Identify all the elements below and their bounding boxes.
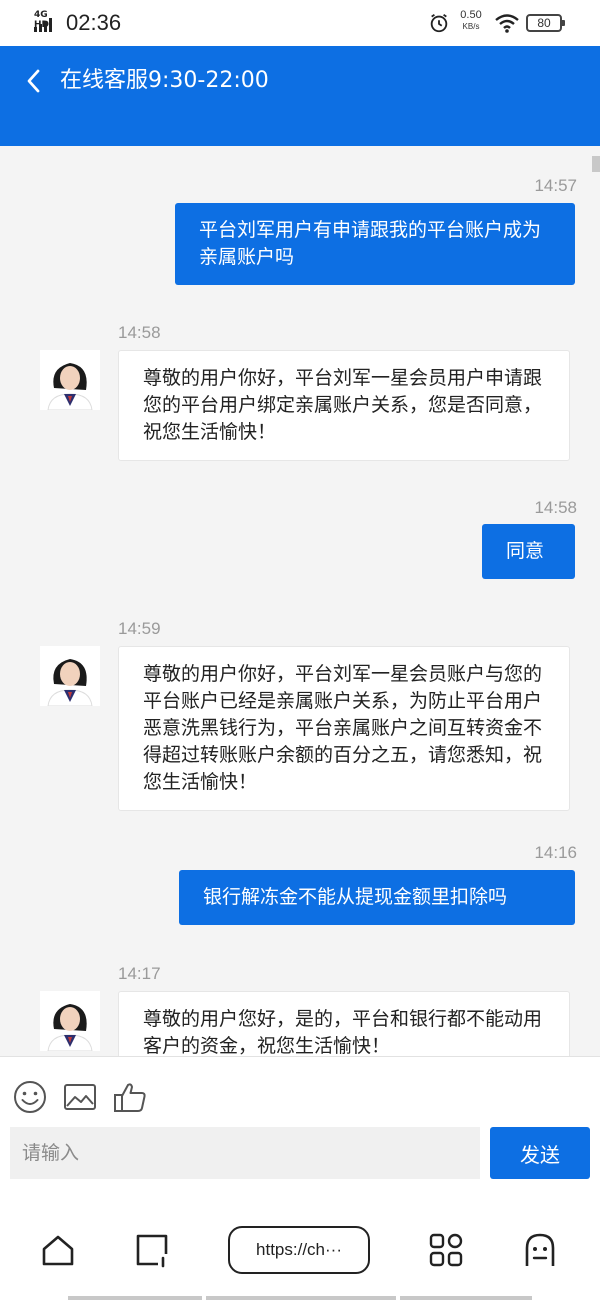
incoming-message[interactable]: 尊敬的用户你好，平台刘军一星会员账户与您的平台账户已经是亲属账户关系，为防止平台…: [118, 646, 570, 811]
message-composer: 发送: [0, 1056, 600, 1200]
outgoing-message[interactable]: 同意: [482, 524, 575, 579]
tab-indicator: [400, 1296, 532, 1300]
outgoing-message[interactable]: 银行解冻金不能从提现金额里扣除吗: [179, 870, 575, 925]
message-timestamp: 14:16: [534, 843, 577, 862]
incoming-message[interactable]: 尊敬的用户您好，是的，平台和银行都不能动用客户的资金，祝您生活愉快！: [118, 991, 570, 1056]
message-timestamp: 14:59: [118, 619, 161, 638]
clock: 02:36: [66, 10, 122, 35]
browser-toolbar: https://ch···: [0, 1200, 600, 1300]
incoming-message[interactable]: 尊敬的用户你好，平台刘军一星会员用户申请跟您的平台用户绑定亲属账户关系，您是否同…: [118, 350, 570, 461]
alarm-icon: [430, 13, 448, 33]
send-button[interactable]: 发送: [490, 1127, 590, 1179]
message-timestamp: 14:58: [118, 323, 161, 342]
battery-indicator: 80: [526, 14, 565, 32]
home-icon[interactable]: [40, 1232, 76, 1268]
tab-indicator: [68, 1296, 202, 1300]
outgoing-message[interactable]: 平台刘军用户有申请跟我的平台账户成为亲属账户吗: [175, 203, 575, 285]
ghost-mode-icon[interactable]: [522, 1232, 558, 1268]
bookmark-tab-icon[interactable]: [134, 1232, 170, 1268]
chat-header: 在线客服9:30-22:00: [0, 46, 600, 146]
message-timestamp: 14:58: [534, 498, 577, 517]
message-timestamp: 14:57: [534, 176, 577, 195]
wifi-icon: [495, 14, 519, 33]
image-icon[interactable]: [62, 1079, 98, 1115]
scrollbar[interactable]: [592, 156, 600, 172]
tab-indicator: [206, 1296, 396, 1300]
network-speed: 0.50 KB/s: [460, 9, 482, 32]
emoji-icon[interactable]: [12, 1079, 48, 1115]
url-bar[interactable]: https://ch···: [228, 1226, 370, 1274]
thumbs-up-icon[interactable]: [112, 1079, 148, 1115]
grid-menu-icon[interactable]: [428, 1232, 464, 1268]
signal-icon: 4G HD: [34, 10, 62, 34]
message-timestamp: 14:17: [118, 964, 161, 983]
page-title: 在线客服9:30-22:00: [60, 68, 269, 93]
back-arrow-icon[interactable]: [20, 66, 50, 96]
agent-avatar: [40, 646, 100, 706]
status-bar: 4G HD 02:36 0.50 KB/s 80: [0, 0, 600, 46]
agent-avatar: [40, 350, 100, 410]
agent-avatar: [40, 991, 100, 1051]
chat-message-list[interactable]: 14:57 平台刘军用户有申请跟我的平台账户成为亲属账户吗 14:58 尊敬的用…: [0, 146, 600, 1056]
message-input[interactable]: [10, 1127, 480, 1179]
